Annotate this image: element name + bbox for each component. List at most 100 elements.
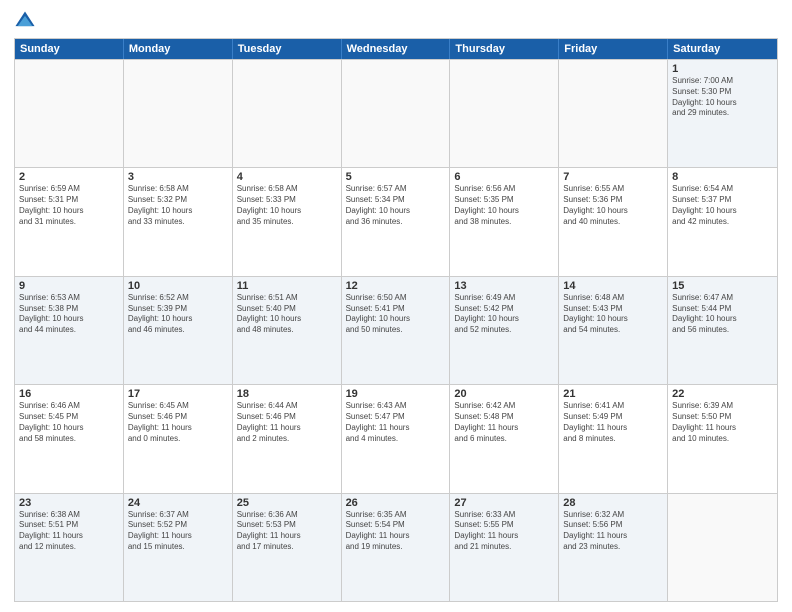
day-number: 14 bbox=[563, 280, 663, 292]
cal-cell-day-12: 12Sunrise: 6:50 AM Sunset: 5:41 PM Dayli… bbox=[342, 277, 451, 384]
day-info: Sunrise: 6:55 AM Sunset: 5:36 PM Dayligh… bbox=[563, 184, 663, 227]
day-number: 9 bbox=[19, 280, 119, 292]
day-info: Sunrise: 6:58 AM Sunset: 5:33 PM Dayligh… bbox=[237, 184, 337, 227]
cal-cell-day-16: 16Sunrise: 6:46 AM Sunset: 5:45 PM Dayli… bbox=[15, 385, 124, 492]
day-info: Sunrise: 6:59 AM Sunset: 5:31 PM Dayligh… bbox=[19, 184, 119, 227]
cal-row-2: 9Sunrise: 6:53 AM Sunset: 5:38 PM Daylig… bbox=[15, 276, 777, 384]
day-number: 2 bbox=[19, 171, 119, 183]
cal-cell-empty bbox=[450, 60, 559, 167]
cal-header-saturday: Saturday bbox=[668, 39, 777, 59]
cal-cell-empty bbox=[559, 60, 668, 167]
cal-cell-empty bbox=[124, 60, 233, 167]
cal-cell-day-5: 5Sunrise: 6:57 AM Sunset: 5:34 PM Daylig… bbox=[342, 168, 451, 275]
cal-cell-day-20: 20Sunrise: 6:42 AM Sunset: 5:48 PM Dayli… bbox=[450, 385, 559, 492]
cal-cell-day-21: 21Sunrise: 6:41 AM Sunset: 5:49 PM Dayli… bbox=[559, 385, 668, 492]
day-number: 12 bbox=[346, 280, 446, 292]
day-info: Sunrise: 6:56 AM Sunset: 5:35 PM Dayligh… bbox=[454, 184, 554, 227]
day-info: Sunrise: 6:38 AM Sunset: 5:51 PM Dayligh… bbox=[19, 510, 119, 553]
cal-row-4: 23Sunrise: 6:38 AM Sunset: 5:51 PM Dayli… bbox=[15, 493, 777, 601]
day-number: 24 bbox=[128, 497, 228, 509]
day-number: 25 bbox=[237, 497, 337, 509]
cal-cell-day-28: 28Sunrise: 6:32 AM Sunset: 5:56 PM Dayli… bbox=[559, 494, 668, 601]
calendar: SundayMondayTuesdayWednesdayThursdayFrid… bbox=[14, 38, 778, 602]
cal-cell-day-23: 23Sunrise: 6:38 AM Sunset: 5:51 PM Dayli… bbox=[15, 494, 124, 601]
day-info: Sunrise: 6:54 AM Sunset: 5:37 PM Dayligh… bbox=[672, 184, 773, 227]
cal-header-friday: Friday bbox=[559, 39, 668, 59]
day-info: Sunrise: 6:50 AM Sunset: 5:41 PM Dayligh… bbox=[346, 293, 446, 336]
cal-cell-day-4: 4Sunrise: 6:58 AM Sunset: 5:33 PM Daylig… bbox=[233, 168, 342, 275]
cal-cell-day-27: 27Sunrise: 6:33 AM Sunset: 5:55 PM Dayli… bbox=[450, 494, 559, 601]
day-number: 20 bbox=[454, 388, 554, 400]
cal-cell-day-13: 13Sunrise: 6:49 AM Sunset: 5:42 PM Dayli… bbox=[450, 277, 559, 384]
day-number: 27 bbox=[454, 497, 554, 509]
page: SundayMondayTuesdayWednesdayThursdayFrid… bbox=[0, 0, 792, 612]
day-info: Sunrise: 6:39 AM Sunset: 5:50 PM Dayligh… bbox=[672, 401, 773, 444]
cal-cell-empty bbox=[15, 60, 124, 167]
day-info: Sunrise: 6:37 AM Sunset: 5:52 PM Dayligh… bbox=[128, 510, 228, 553]
day-info: Sunrise: 6:53 AM Sunset: 5:38 PM Dayligh… bbox=[19, 293, 119, 336]
day-number: 17 bbox=[128, 388, 228, 400]
day-number: 13 bbox=[454, 280, 554, 292]
day-number: 19 bbox=[346, 388, 446, 400]
cal-header-monday: Monday bbox=[124, 39, 233, 59]
day-info: Sunrise: 6:52 AM Sunset: 5:39 PM Dayligh… bbox=[128, 293, 228, 336]
header bbox=[14, 10, 778, 32]
cal-cell-day-6: 6Sunrise: 6:56 AM Sunset: 5:35 PM Daylig… bbox=[450, 168, 559, 275]
day-number: 28 bbox=[563, 497, 663, 509]
day-info: Sunrise: 6:36 AM Sunset: 5:53 PM Dayligh… bbox=[237, 510, 337, 553]
day-number: 23 bbox=[19, 497, 119, 509]
day-info: Sunrise: 6:47 AM Sunset: 5:44 PM Dayligh… bbox=[672, 293, 773, 336]
day-number: 10 bbox=[128, 280, 228, 292]
day-number: 18 bbox=[237, 388, 337, 400]
cal-header-sunday: Sunday bbox=[15, 39, 124, 59]
cal-cell-day-3: 3Sunrise: 6:58 AM Sunset: 5:32 PM Daylig… bbox=[124, 168, 233, 275]
day-number: 21 bbox=[563, 388, 663, 400]
day-number: 7 bbox=[563, 171, 663, 183]
cal-cell-day-18: 18Sunrise: 6:44 AM Sunset: 5:46 PM Dayli… bbox=[233, 385, 342, 492]
day-info: Sunrise: 6:51 AM Sunset: 5:40 PM Dayligh… bbox=[237, 293, 337, 336]
day-info: Sunrise: 6:42 AM Sunset: 5:48 PM Dayligh… bbox=[454, 401, 554, 444]
cal-cell-day-7: 7Sunrise: 6:55 AM Sunset: 5:36 PM Daylig… bbox=[559, 168, 668, 275]
day-info: Sunrise: 6:33 AM Sunset: 5:55 PM Dayligh… bbox=[454, 510, 554, 553]
cal-cell-empty bbox=[233, 60, 342, 167]
day-info: Sunrise: 6:43 AM Sunset: 5:47 PM Dayligh… bbox=[346, 401, 446, 444]
day-info: Sunrise: 6:45 AM Sunset: 5:46 PM Dayligh… bbox=[128, 401, 228, 444]
cal-row-0: 1Sunrise: 7:00 AM Sunset: 5:30 PM Daylig… bbox=[15, 59, 777, 167]
day-info: Sunrise: 6:41 AM Sunset: 5:49 PM Dayligh… bbox=[563, 401, 663, 444]
day-info: Sunrise: 6:57 AM Sunset: 5:34 PM Dayligh… bbox=[346, 184, 446, 227]
cal-cell-day-10: 10Sunrise: 6:52 AM Sunset: 5:39 PM Dayli… bbox=[124, 277, 233, 384]
cal-cell-day-17: 17Sunrise: 6:45 AM Sunset: 5:46 PM Dayli… bbox=[124, 385, 233, 492]
calendar-body: 1Sunrise: 7:00 AM Sunset: 5:30 PM Daylig… bbox=[15, 59, 777, 601]
day-number: 1 bbox=[672, 63, 773, 75]
day-number: 6 bbox=[454, 171, 554, 183]
cal-cell-day-11: 11Sunrise: 6:51 AM Sunset: 5:40 PM Dayli… bbox=[233, 277, 342, 384]
cal-cell-day-9: 9Sunrise: 6:53 AM Sunset: 5:38 PM Daylig… bbox=[15, 277, 124, 384]
cal-cell-day-2: 2Sunrise: 6:59 AM Sunset: 5:31 PM Daylig… bbox=[15, 168, 124, 275]
cal-cell-empty bbox=[342, 60, 451, 167]
cal-header-tuesday: Tuesday bbox=[233, 39, 342, 59]
cal-cell-day-1: 1Sunrise: 7:00 AM Sunset: 5:30 PM Daylig… bbox=[668, 60, 777, 167]
cal-cell-day-26: 26Sunrise: 6:35 AM Sunset: 5:54 PM Dayli… bbox=[342, 494, 451, 601]
day-number: 8 bbox=[672, 171, 773, 183]
cal-cell-day-19: 19Sunrise: 6:43 AM Sunset: 5:47 PM Dayli… bbox=[342, 385, 451, 492]
day-info: Sunrise: 6:44 AM Sunset: 5:46 PM Dayligh… bbox=[237, 401, 337, 444]
day-number: 4 bbox=[237, 171, 337, 183]
day-number: 22 bbox=[672, 388, 773, 400]
day-number: 16 bbox=[19, 388, 119, 400]
cal-header-thursday: Thursday bbox=[450, 39, 559, 59]
day-info: Sunrise: 7:00 AM Sunset: 5:30 PM Dayligh… bbox=[672, 76, 773, 119]
logo-icon bbox=[14, 10, 36, 32]
cal-cell-day-8: 8Sunrise: 6:54 AM Sunset: 5:37 PM Daylig… bbox=[668, 168, 777, 275]
cal-cell-day-25: 25Sunrise: 6:36 AM Sunset: 5:53 PM Dayli… bbox=[233, 494, 342, 601]
cal-row-3: 16Sunrise: 6:46 AM Sunset: 5:45 PM Dayli… bbox=[15, 384, 777, 492]
day-number: 5 bbox=[346, 171, 446, 183]
day-number: 26 bbox=[346, 497, 446, 509]
cal-row-1: 2Sunrise: 6:59 AM Sunset: 5:31 PM Daylig… bbox=[15, 167, 777, 275]
cal-cell-empty bbox=[668, 494, 777, 601]
calendar-header: SundayMondayTuesdayWednesdayThursdayFrid… bbox=[15, 39, 777, 59]
day-info: Sunrise: 6:35 AM Sunset: 5:54 PM Dayligh… bbox=[346, 510, 446, 553]
cal-cell-day-24: 24Sunrise: 6:37 AM Sunset: 5:52 PM Dayli… bbox=[124, 494, 233, 601]
cal-cell-day-14: 14Sunrise: 6:48 AM Sunset: 5:43 PM Dayli… bbox=[559, 277, 668, 384]
cal-header-wednesday: Wednesday bbox=[342, 39, 451, 59]
day-number: 11 bbox=[237, 280, 337, 292]
